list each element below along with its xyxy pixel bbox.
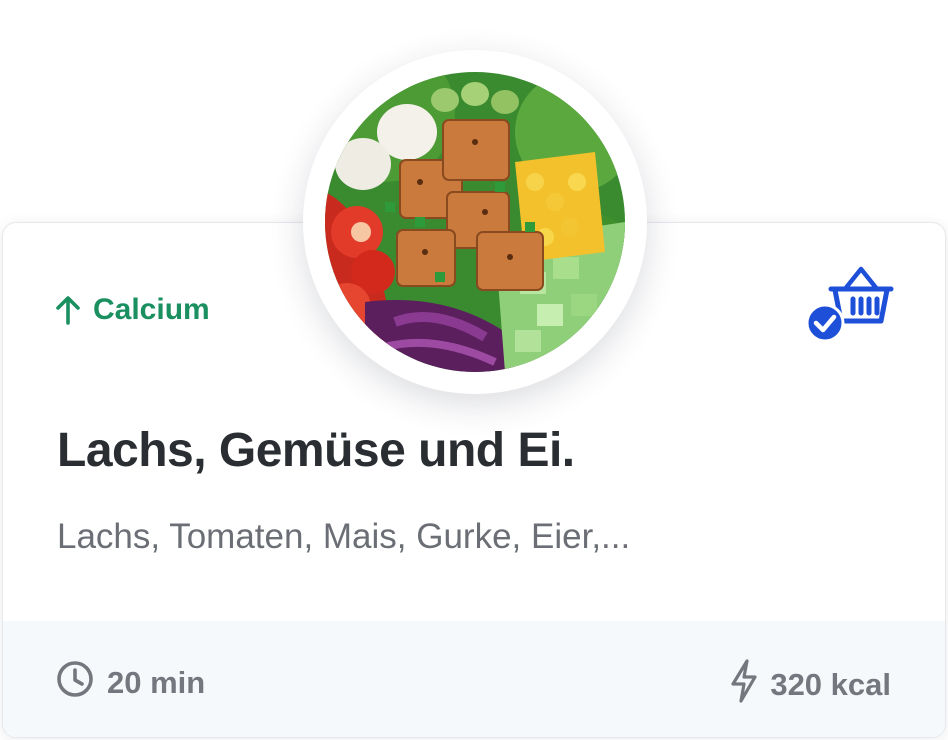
nutrient-tag-label: Calcium bbox=[93, 293, 210, 326]
recipe-footer: 20 min 320 kcal bbox=[3, 621, 945, 737]
lightning-icon bbox=[730, 659, 758, 711]
recipe-calories-value: 320 kcal bbox=[770, 667, 891, 702]
recipe-photo bbox=[303, 50, 647, 394]
nutrient-tag: Calcium bbox=[55, 293, 210, 327]
add-to-basket-button[interactable] bbox=[803, 261, 895, 343]
arrow-up-icon bbox=[55, 295, 81, 325]
recipe-ingredients: Lachs, Tomaten, Mais, Gurke, Eier,... bbox=[57, 517, 631, 556]
recipe-duration-value: 20 min bbox=[107, 665, 206, 700]
salad-bowl-image bbox=[325, 72, 625, 372]
clock-icon bbox=[55, 659, 95, 707]
recipe-calories: 320 kcal bbox=[730, 659, 891, 711]
recipe-title: Lachs, Gemüse und Ei. bbox=[57, 424, 575, 477]
recipe-stage: Calcium Lachs, Gemüse und Ei. Lachs, Tom… bbox=[0, 0, 948, 740]
shopping-basket-check-icon bbox=[805, 266, 894, 343]
recipe-duration: 20 min bbox=[55, 659, 205, 707]
